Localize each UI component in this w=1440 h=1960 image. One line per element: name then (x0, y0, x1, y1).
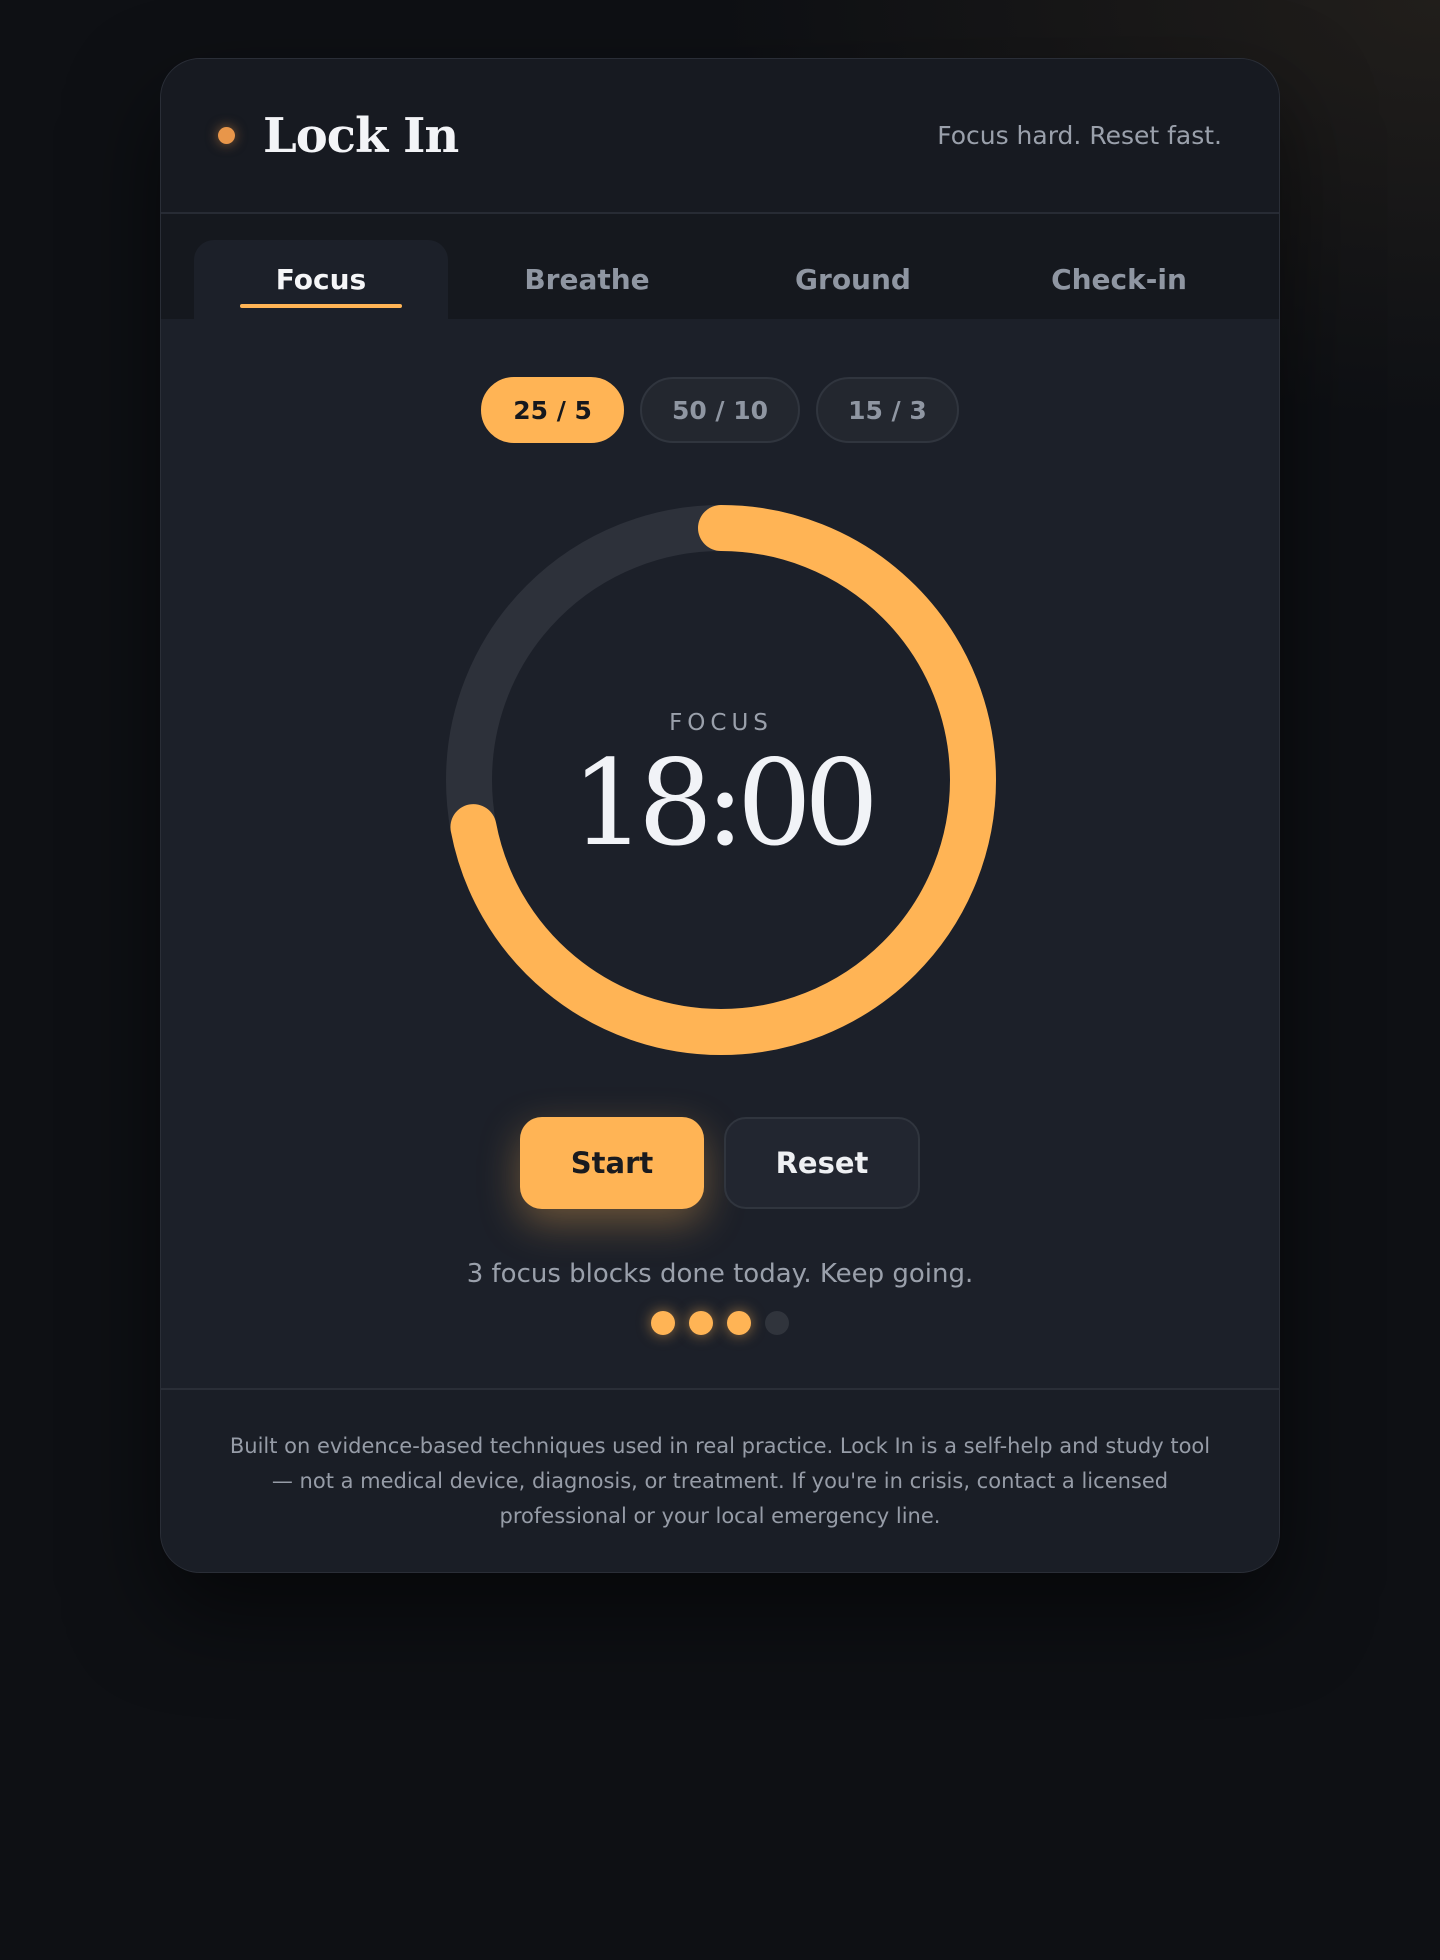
tab-ground[interactable]: Ground (726, 240, 980, 319)
timer-controls: Start Reset (161, 1117, 1279, 1209)
footer: Built on evidence-based techniques used … (161, 1388, 1279, 1572)
brand: Lock In (218, 107, 459, 164)
preset-50-10-button[interactable]: 50 / 10 (639, 377, 801, 443)
pending-block-dot (765, 1311, 789, 1335)
brand-dot-icon (218, 127, 235, 144)
start-button[interactable]: Start (520, 1117, 704, 1209)
disclaimer-text: Built on evidence-based techniques used … (229, 1433, 1211, 1528)
app-card: Lock In Focus hard. Reset fast. Focus Br… (160, 58, 1280, 1573)
tab-bar: Focus Breathe Ground Check-in (161, 214, 1279, 319)
timer-ring: FOCUS 18:00 (444, 503, 998, 1057)
app-tagline: Focus hard. Reset fast. (937, 121, 1222, 150)
completed-block-dot (651, 1311, 675, 1335)
timer-time: 18:00 (570, 734, 879, 872)
app-header: Lock In Focus hard. Reset fast. (161, 59, 1279, 214)
tab-check-in[interactable]: Check-in (992, 240, 1246, 319)
timer-mode-label: FOCUS (669, 710, 773, 736)
app-title: Lock In (263, 107, 459, 164)
progress-dots (161, 1311, 1279, 1335)
preset-group: 25 / 5 50 / 10 15 / 3 (161, 377, 1279, 443)
tab-breathe[interactable]: Breathe (460, 240, 714, 319)
preset-25-5-button[interactable]: 25 / 5 (481, 377, 624, 443)
completed-block-dot (727, 1311, 751, 1335)
completed-block-dot (689, 1311, 713, 1335)
status-message: 3 focus blocks done today. Keep going. (466, 1259, 974, 1289)
reset-button[interactable]: Reset (724, 1117, 920, 1209)
timer-readout: FOCUS 18:00 (444, 503, 998, 1057)
preset-15-3-button[interactable]: 15 / 3 (816, 377, 959, 443)
tab-focus[interactable]: Focus (194, 240, 448, 319)
